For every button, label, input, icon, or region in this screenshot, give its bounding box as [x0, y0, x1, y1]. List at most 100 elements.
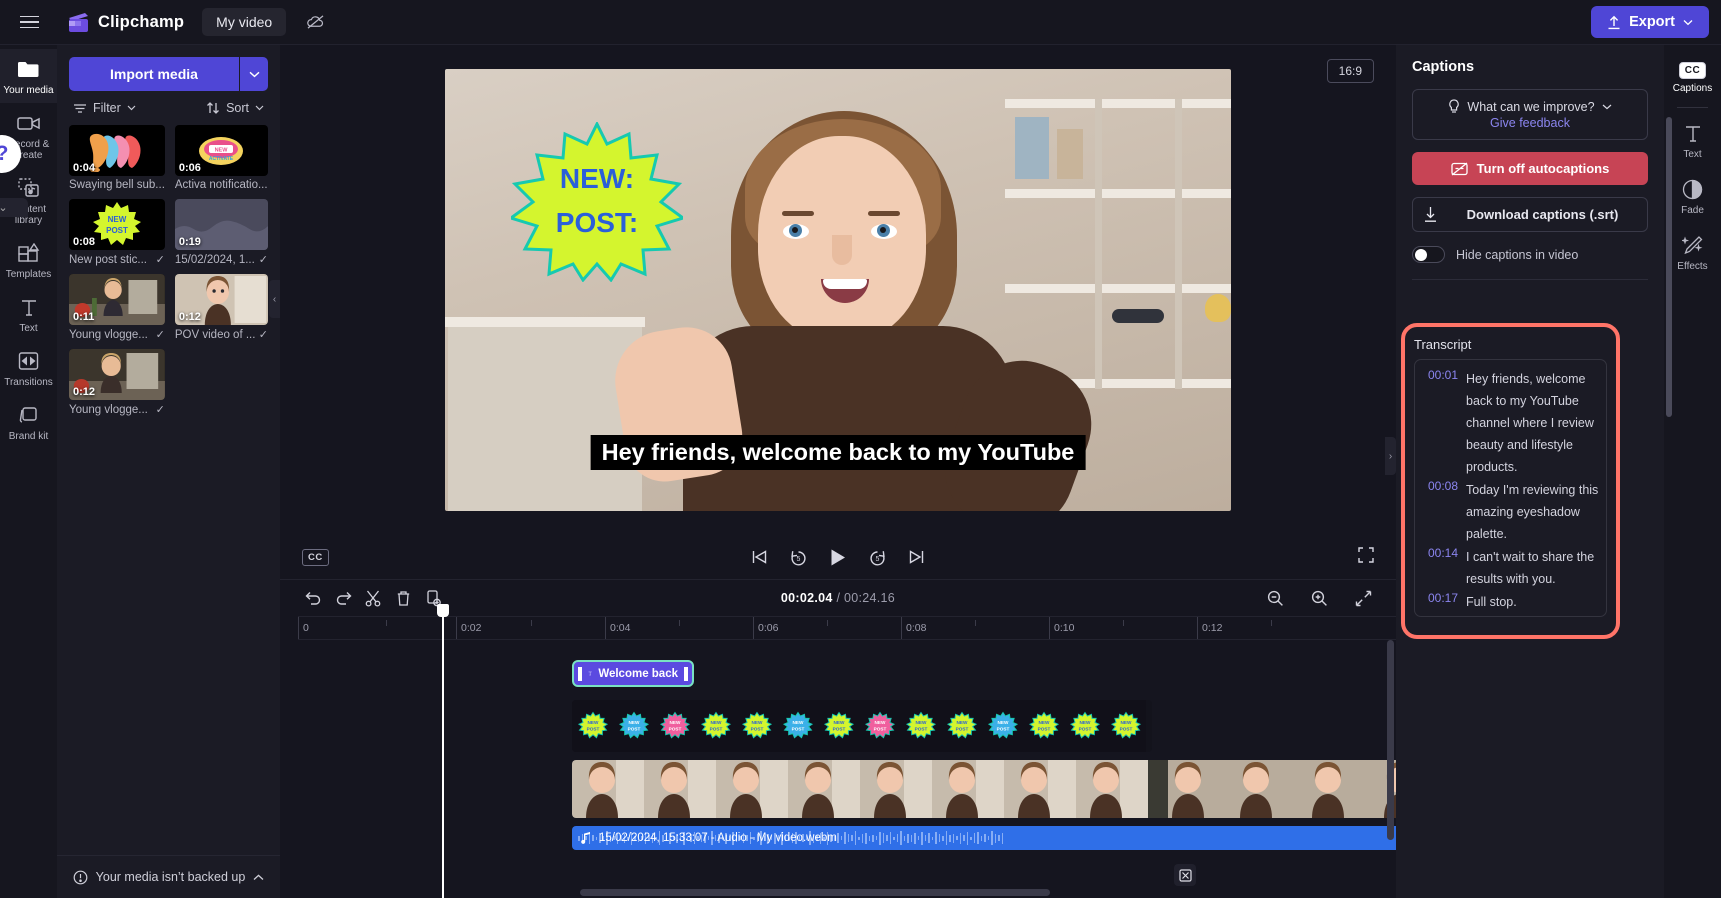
forward-5s-icon[interactable]: 5: [869, 549, 887, 566]
zoom-out-icon[interactable]: [1260, 584, 1290, 612]
timeline-track-sticker: NEW POST NEW POST NEW POST NEW POST NEW POST …: [298, 700, 1396, 752]
transcript-highlight-box: Transcript 00:01 Hey friends, welcome ba…: [1401, 323, 1620, 639]
export-button[interactable]: Export: [1591, 6, 1709, 38]
svg-text:NEW: NEW: [792, 720, 803, 725]
media-card[interactable]: 0:04 Swaying bell sub...: [69, 125, 165, 191]
svg-text:ACTIVATE: ACTIVATE: [209, 156, 234, 162]
top-bar: Clipchamp My video Export: [0, 0, 1721, 45]
media-duration: 0:12: [178, 311, 201, 323]
sidebar-item-brand-kit[interactable]: Brand kit: [0, 395, 57, 449]
import-media-button[interactable]: Import media: [69, 57, 239, 91]
cloud-off-icon[interactable]: [298, 7, 332, 37]
backup-label: Your media isn’t backed up: [95, 870, 246, 884]
media-caption: Swaying bell sub...: [69, 179, 165, 191]
tab-fade[interactable]: Fade: [1664, 168, 1721, 224]
hamburger-icon[interactable]: [12, 5, 46, 39]
selected-check-icon: ✓: [258, 329, 268, 341]
timeline-tracks: Welcome back NEW POST NEW POST NEW POST NEW…: [280, 640, 1565, 886]
play-icon[interactable]: [830, 548, 847, 567]
delete-icon[interactable]: [388, 584, 418, 612]
tab-effects[interactable]: Effects: [1664, 224, 1721, 280]
give-feedback-link[interactable]: Give feedback: [1490, 116, 1570, 130]
media-card[interactable]: 0:12 POV video of ... ✓: [174, 274, 268, 341]
timeline-clip-sticker[interactable]: NEW POST NEW POST NEW POST NEW POST NEW POST …: [572, 700, 1152, 752]
sidebar-item-your-media[interactable]: Your media: [0, 49, 57, 103]
sidebar-item-transitions[interactable]: Transitions: [0, 341, 57, 395]
chevron-up-icon: [253, 874, 264, 880]
media-card[interactable]: NEW POST 0:08 New post stic... ✓: [69, 199, 165, 266]
aspect-ratio-button[interactable]: 16:9: [1326, 59, 1374, 83]
media-card[interactable]: NEW ACTIVATE 0:06 Activa notificatio...: [174, 125, 268, 191]
svg-text:5: 5: [876, 556, 880, 563]
video-caption-overlay: Hey friends, welcome back to my YouTube: [590, 435, 1086, 470]
media-caption: Young vlogge... ✓: [69, 403, 165, 417]
ruler-tick: 0:08: [901, 617, 926, 639]
media-title: Young vlogge...: [69, 328, 148, 341]
clip-handle-right[interactable]: [684, 666, 688, 681]
selected-check-icon: ✓: [258, 254, 268, 266]
svg-text:NEW: NEW: [1038, 720, 1049, 725]
undo-icon[interactable]: [298, 584, 328, 612]
media-duration: 0:08: [73, 236, 96, 248]
sort-button[interactable]: Sort: [206, 101, 264, 115]
timecode-display: 00:02.04 / 00:24.16: [781, 591, 895, 605]
captions-toggle-button[interactable]: CC: [302, 548, 329, 566]
transcript-item[interactable]: 00:17 Full stop.: [1423, 591, 1600, 613]
transcript-list[interactable]: 00:01 Hey friends, welcome back to my Yo…: [1414, 359, 1607, 617]
skip-to-start-icon[interactable]: [751, 549, 768, 565]
media-backup-notice[interactable]: Your media isn’t backed up: [57, 855, 280, 898]
media-caption: 15/02/2024, 1... ✓: [174, 253, 268, 267]
clip-handle-left[interactable]: [578, 666, 582, 681]
sticker-line2: POST:: [556, 207, 638, 238]
media-card[interactable]: 0:19 15/02/2024, 1... ✓: [174, 199, 268, 267]
media-title: Swaying bell sub...: [69, 179, 165, 191]
music-note-icon: [581, 832, 590, 844]
feedback-box[interactable]: What can we improve? Give feedback: [1412, 89, 1648, 140]
fullscreen-icon[interactable]: [1358, 546, 1374, 568]
import-media-dropdown[interactable]: [240, 57, 268, 91]
timeline-vertical-scrollbar[interactable]: [1387, 640, 1394, 840]
tab-captions[interactable]: CC Captions: [1664, 53, 1721, 102]
turn-off-autocaptions-button[interactable]: Turn off autocaptions: [1412, 152, 1648, 185]
hide-captions-label: Hide captions in video: [1456, 247, 1579, 262]
transcript-item[interactable]: 00:08 Today I'm reviewing this amazing e…: [1423, 479, 1600, 545]
filter-button[interactable]: Filter: [73, 101, 136, 115]
sidebar-item-templates[interactable]: Templates: [0, 233, 57, 287]
clip-label: Welcome back: [598, 667, 678, 680]
download-captions-button[interactable]: Download captions (.srt): [1412, 197, 1648, 232]
tab-label: Captions: [1672, 83, 1713, 94]
skip-to-end-icon[interactable]: [909, 549, 926, 565]
media-thumbnail: 0:19: [174, 199, 268, 250]
right-rail-scrollbar[interactable]: [1666, 117, 1672, 417]
split-icon[interactable]: [358, 584, 388, 612]
collapse-left-panel-button[interactable]: ‹: [269, 280, 280, 319]
media-title: 15/02/2024, 1...: [174, 253, 255, 266]
filter-sort-row: Filter Sort: [57, 91, 280, 121]
panel-expand-tab[interactable]: ⌄: [0, 198, 28, 217]
sidebar-item-text[interactable]: Text: [0, 287, 57, 341]
transcript-text: Full stop.: [1466, 595, 1517, 609]
ruler-tick: 0:12: [1197, 617, 1222, 639]
transcript-item[interactable]: 00:01 Hey friends, welcome back to my Yo…: [1423, 368, 1600, 478]
transcript-item[interactable]: 00:14 I can't wait to share the results …: [1423, 546, 1600, 590]
rewind-5s-icon[interactable]: 5: [790, 549, 808, 566]
zoom-in-icon[interactable]: [1304, 584, 1334, 612]
duplicate-icon[interactable]: [418, 584, 448, 612]
timeline-horizontal-scrollbar[interactable]: [580, 889, 1050, 896]
video-preview[interactable]: NEW: POST: Hey friends, welcome back to …: [445, 69, 1231, 511]
collapse-right-panel-button[interactable]: ›: [1385, 437, 1396, 476]
fit-to-screen-icon[interactable]: [1348, 584, 1378, 612]
media-card[interactable]: 0:12 Young vlogge... ✓: [69, 349, 165, 416]
timeline-ruler[interactable]: 0 0:02 0:04 0:06 0:08 0:10 0:12: [298, 616, 1396, 640]
media-duration: 0:12: [73, 386, 96, 398]
media-panel: Import media Filter Sort 0:04 Swaying be…: [57, 45, 280, 898]
project-name-button[interactable]: My video: [202, 8, 287, 36]
tab-text[interactable]: Text: [1664, 112, 1721, 168]
media-card[interactable]: 0:11 Young vlogge... ✓: [69, 274, 165, 341]
svg-text:NEW: NEW: [874, 720, 885, 725]
redo-icon[interactable]: [328, 584, 358, 612]
svg-text:NEW: NEW: [215, 147, 229, 153]
timeline-clip-text[interactable]: Welcome back: [572, 660, 694, 687]
hide-captions-toggle[interactable]: Hide captions in video: [1412, 246, 1648, 263]
detach-audio-icon[interactable]: [1174, 864, 1196, 886]
